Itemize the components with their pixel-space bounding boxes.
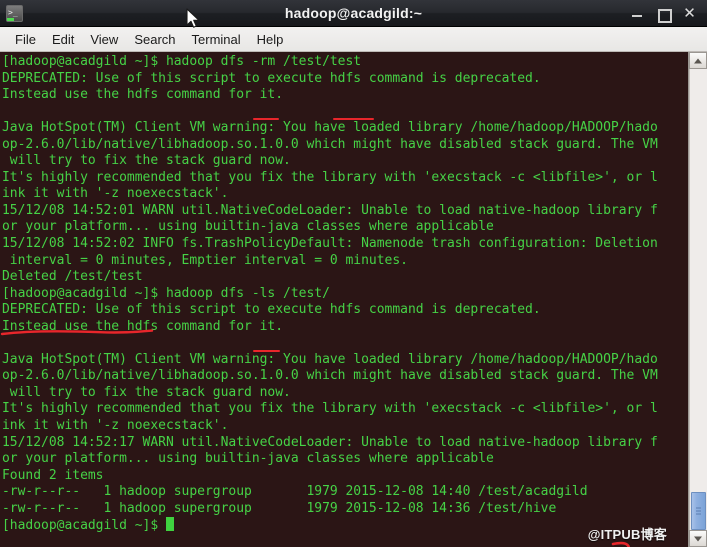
- terminal-line: Instead use the hdfs command for it.: [2, 318, 284, 334]
- terminal-line: Found 2 items: [2, 467, 104, 483]
- terminal-line: interval = 0 minutes, Emptier interval =…: [2, 252, 408, 268]
- terminal-line: will try to fix the stack guard now.: [2, 153, 291, 169]
- terminal-body: [hadoop@acadgild ~]$ hadoop dfs -rm /tes…: [0, 52, 707, 547]
- terminal-line: ink it with '-z noexecstack'.: [2, 186, 229, 202]
- title-bar[interactable]: hadoop@acadgild:~ ✕: [0, 0, 707, 28]
- terminal-line: [hadoop@acadgild ~]$ hadoop dfs -rm /tes…: [2, 54, 362, 69]
- text-cursor: [165, 517, 174, 532]
- terminal-output: [hadoop@acadgild ~]$ hadoop dfs -rm /tes…: [2, 54, 688, 534]
- terminal-line: Instead use the hdfs command for it.: [2, 87, 284, 103]
- menu-item-file[interactable]: File: [7, 30, 44, 49]
- menu-item-search[interactable]: Search: [126, 30, 183, 49]
- menu-item-view[interactable]: View: [82, 30, 126, 49]
- terminal-line: op-2.6.0/lib/native/libhadoop.so.1.0.0 w…: [2, 368, 658, 384]
- window-title: hadoop@acadgild:~: [284, 5, 423, 21]
- menu-item-terminal[interactable]: Terminal: [184, 30, 249, 49]
- terminal-line: will try to fix the stack guard now.: [2, 384, 291, 400]
- scroll-down-button[interactable]: [689, 530, 707, 547]
- chevron-down-icon: [694, 536, 702, 541]
- terminal-line: -rw-r--r-- 1 hadoop supergroup 1979 2015…: [2, 484, 588, 500]
- terminal-line: or your platform... using builtin-java c…: [2, 219, 494, 235]
- terminal-line: It's highly recommended that you fix the…: [2, 169, 658, 185]
- terminal-line: DEPRECATED: Use of this script to execut…: [2, 302, 541, 318]
- file-list-brace: [611, 541, 631, 547]
- terminal-line: 15/12/08 14:52:02 INFO fs.TrashPolicyDef…: [2, 236, 658, 252]
- terminal-line: [hadoop@acadgild ~]$ hadoop dfs -ls /tes…: [2, 285, 330, 301]
- terminal-line: It's highly recommended that you fix the…: [2, 401, 658, 417]
- terminal-line: Java HotSpot(TM) Client VM warning: You …: [2, 351, 658, 367]
- menu-item-help[interactable]: Help: [249, 30, 292, 49]
- chevron-up-icon: [694, 58, 702, 63]
- terminal-line: DEPRECATED: Use of this script to execut…: [2, 70, 541, 86]
- terminal-screen[interactable]: [hadoop@acadgild ~]$ hadoop dfs -rm /tes…: [0, 52, 688, 547]
- terminal-line: Deleted /test/test: [2, 269, 143, 285]
- close-button[interactable]: ✕: [683, 6, 696, 21]
- terminal-line: 15/12/08 14:52:01 WARN util.NativeCodeLo…: [2, 202, 658, 218]
- minimize-button[interactable]: [631, 7, 644, 20]
- menu-bar: File Edit View Search Terminal Help: [0, 27, 707, 52]
- maximize-button[interactable]: [657, 7, 672, 23]
- terminal-line: or your platform... using builtin-java c…: [2, 451, 494, 467]
- terminal-icon: [6, 4, 23, 22]
- terminal-line: -rw-r--r-- 1 hadoop supergroup 1979 2015…: [2, 500, 557, 516]
- terminal-line: op-2.6.0/lib/native/libhadoop.so.1.0.0 w…: [2, 136, 658, 152]
- scrollbar-thumb[interactable]: [691, 492, 706, 530]
- menu-item-edit[interactable]: Edit: [44, 30, 82, 49]
- vertical-scrollbar[interactable]: [688, 52, 707, 547]
- mouse-pointer-icon: [186, 8, 200, 28]
- terminal-window: hadoop@acadgild:~ ✕ File Edit View Searc…: [0, 0, 707, 547]
- scrollbar-track[interactable]: [689, 69, 707, 530]
- terminal-line: Java HotSpot(TM) Client VM warning: You …: [2, 120, 658, 136]
- scroll-up-button[interactable]: [689, 52, 707, 69]
- window-controls: ✕: [631, 6, 707, 23]
- terminal-line: [hadoop@acadgild ~]$: [2, 517, 688, 534]
- terminal-line: 15/12/08 14:52:17 WARN util.NativeCodeLo…: [2, 434, 658, 450]
- terminal-line: ink it with '-z noexecstack'.: [2, 418, 229, 434]
